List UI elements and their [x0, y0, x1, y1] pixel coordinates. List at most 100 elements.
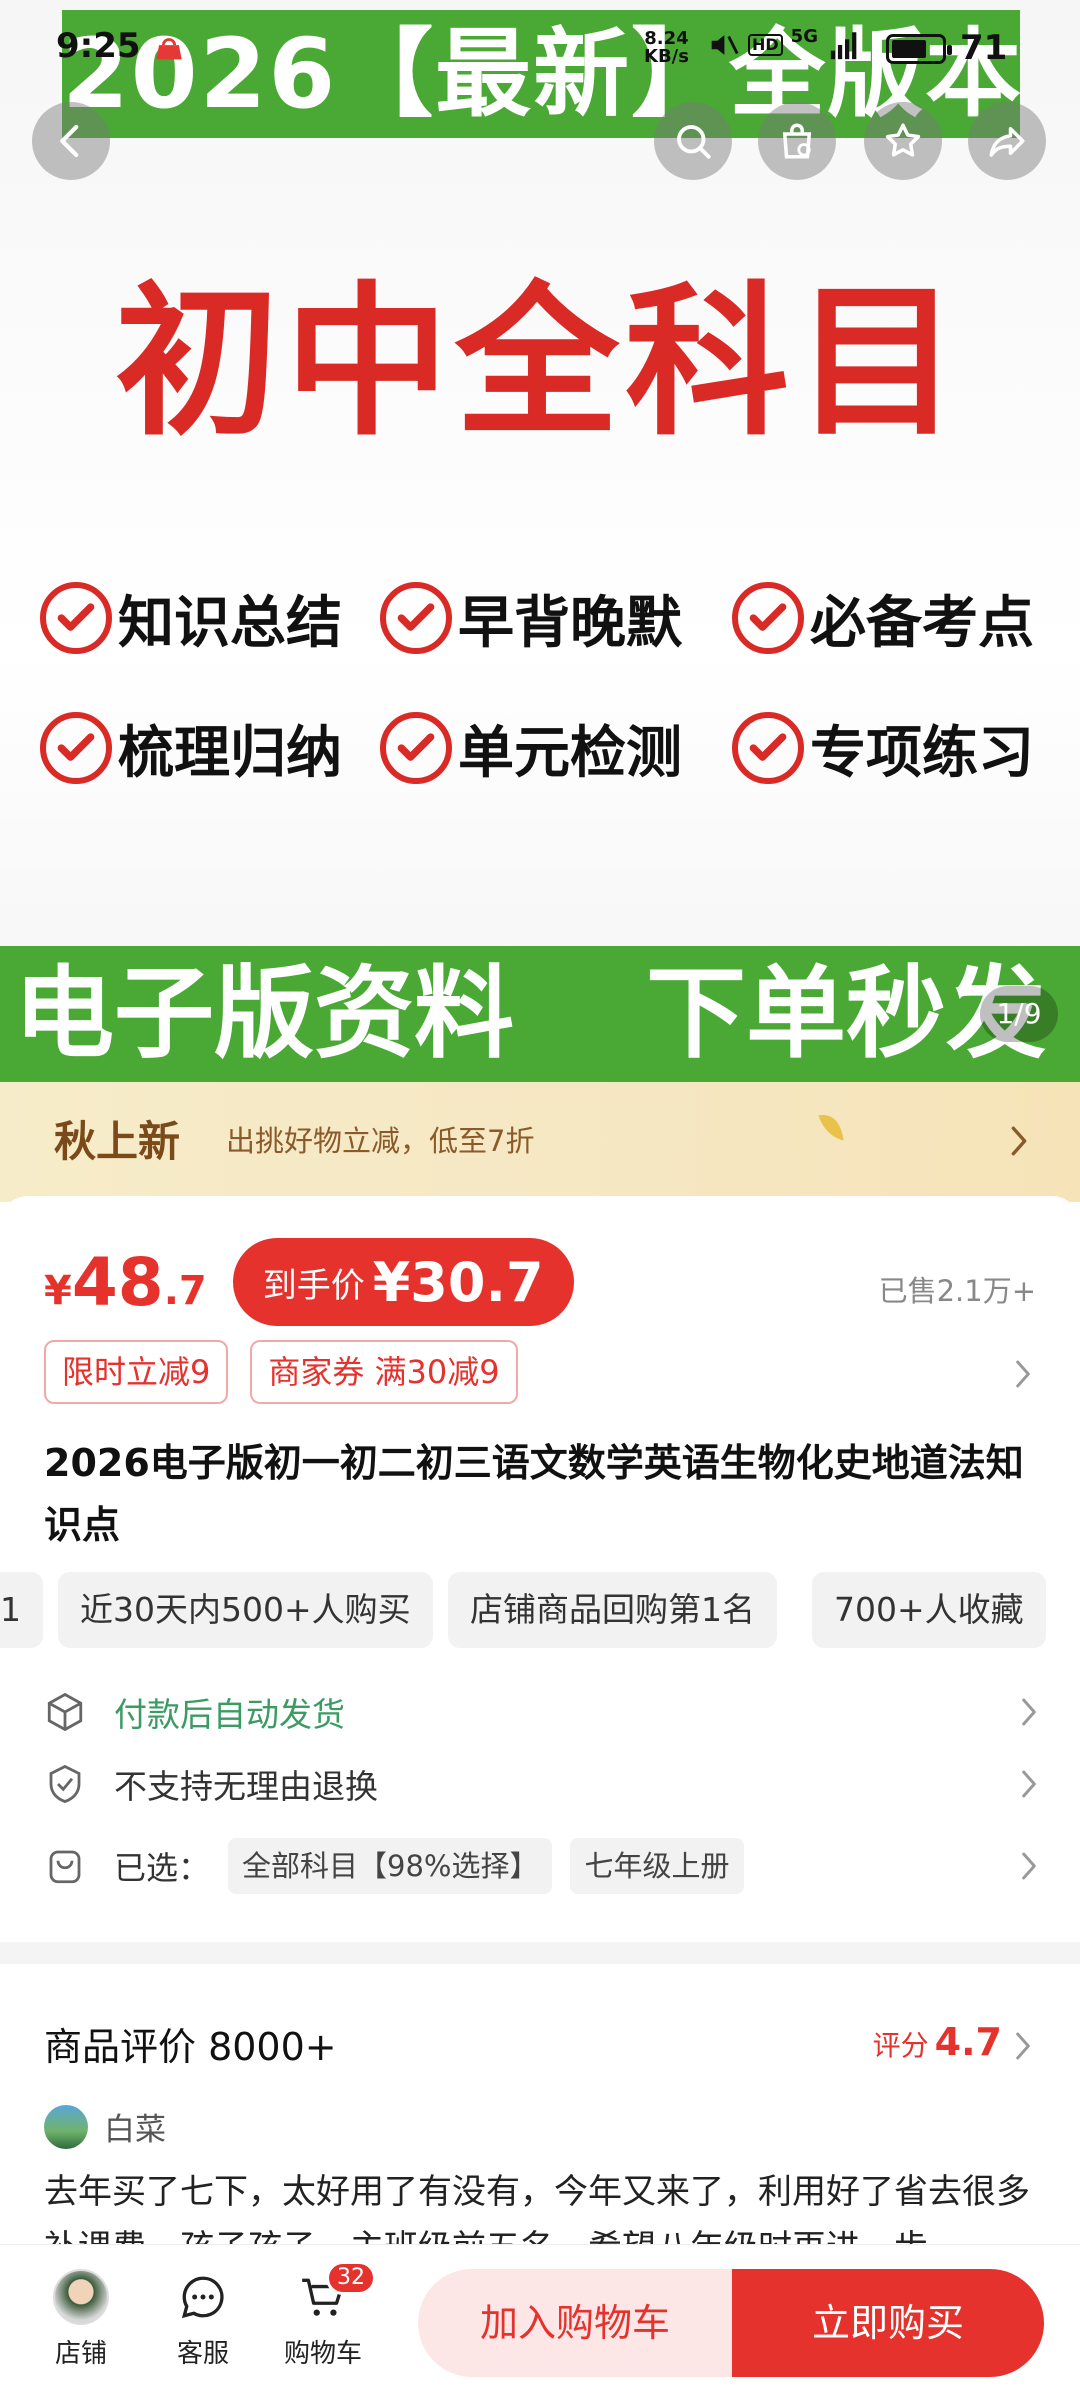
check-circle-icon	[732, 582, 804, 654]
share-icon	[989, 127, 1025, 157]
selected-chip: 全部科目【98%选择】	[228, 1838, 553, 1894]
service-label: 客服	[176, 2339, 229, 2369]
leaf-icon	[818, 1115, 844, 1141]
reviewer: 白菜	[44, 2104, 166, 2149]
price-currency: ¥	[44, 1268, 72, 1314]
check-circle-icon	[380, 582, 452, 654]
bag-icon	[49, 1850, 81, 1884]
chevron-right-icon	[1011, 1126, 1027, 1156]
shop-label: 店铺	[54, 2339, 107, 2369]
cart-count-badge: 32	[326, 2261, 376, 2295]
highlight-tag: 700+人收藏	[812, 1572, 1046, 1648]
status-time: 9:25	[56, 26, 141, 66]
highlight-tag: 1	[0, 1572, 43, 1648]
hero-feature-grid: 知识总结 早背晚默 必备考点 梳理归纳 单元检测 专项练习	[40, 580, 1050, 786]
coupon-row[interactable]: 限时立减9 商家券 满30减9	[44, 1340, 518, 1404]
hero-feature: 专项练习	[732, 710, 1050, 786]
hero-bottom-band: 电子版资料 下单秒发	[0, 946, 1080, 1082]
star-icon	[885, 123, 921, 157]
coupon-tag[interactable]: 商家券 满30减9	[250, 1340, 518, 1404]
add-to-cart-button[interactable]: 加入购物车	[418, 2269, 732, 2377]
hero-title: 初中全科目	[114, 267, 965, 458]
service-text: 不支持无理由退换	[114, 1767, 378, 1806]
chevron-right-icon	[1022, 1770, 1036, 1798]
check-circle-icon	[40, 582, 112, 654]
promo-subtitle: 出挑好物立减，低至7折	[226, 1124, 535, 1158]
favorite-button[interactable]	[864, 102, 942, 180]
section-divider	[0, 1942, 1080, 1964]
bag-button[interactable]	[758, 102, 836, 180]
bottom-action-bar: 店铺 客服 购物车 32 加入购物车 立即购买	[0, 2244, 1080, 2400]
hero-feature-label: 知识总结	[118, 590, 342, 656]
avatar	[44, 2104, 88, 2149]
check-circle-icon	[732, 712, 804, 784]
customer-service-button[interactable]: 客服	[148, 2269, 258, 2370]
check-circle-icon	[40, 712, 112, 784]
chat-icon	[175, 2269, 231, 2325]
coupon-tag[interactable]: 限时立减9	[44, 1340, 229, 1404]
chevron-right-icon	[1022, 1852, 1036, 1880]
cart-label: 购物车	[283, 2339, 362, 2369]
mute-icon	[711, 35, 739, 55]
share-button[interactable]	[968, 102, 1046, 180]
hero-bottom-left: 电子版资料	[14, 955, 514, 1072]
avatar	[53, 2269, 109, 2325]
box-icon	[47, 1692, 83, 1732]
search-icon	[677, 125, 711, 159]
review-text: 去年买了七下，太好用了有没有，今年又来了，利用好了省去很多补课费，孩子孩子，主班…	[44, 2172, 1030, 2244]
shop-avatar-icon	[53, 2269, 109, 2325]
final-price-value: ¥30.7	[372, 1250, 544, 1314]
final-price-label: 到手价	[262, 1265, 365, 1306]
cart-button[interactable]: 购物车 32	[268, 2261, 378, 2370]
chevron-left-icon	[60, 124, 79, 158]
reviews-score: 评分 4.7	[873, 2020, 1002, 2064]
network-speed-unit: KB/s	[644, 46, 689, 67]
battery-percent: 71	[960, 28, 1008, 68]
reviews-section[interactable]: 商品评价 8000+ 评分 4.7 白菜 去年买了七下，太好用了有没有，今年又来…	[0, 1964, 1080, 2244]
hero-feature: 必备考点	[732, 580, 1050, 656]
network-type: 5G	[790, 26, 818, 47]
hero-feature-label: 单元检测	[458, 720, 682, 786]
hero-feature: 单元检测	[380, 710, 732, 786]
selected-label: 已选：	[114, 1849, 211, 1887]
network-speed: 8.24 KB/s	[644, 30, 689, 66]
chevron-right-icon[interactable]	[1012, 1358, 1034, 1390]
highlight-tag: 店铺商品回购第1名	[448, 1572, 777, 1648]
chevron-right-icon	[1022, 1698, 1036, 1726]
battery-icon	[886, 34, 952, 64]
check-circle-icon	[380, 712, 452, 784]
back-button[interactable]	[32, 102, 110, 180]
hero-feature: 知识总结	[40, 580, 380, 656]
hero-feature-label: 专项练习	[810, 720, 1034, 786]
status-icons: HD 5G	[706, 28, 864, 62]
app-notification-icon	[152, 32, 186, 62]
sold-count: 已售2.1万+	[878, 1274, 1036, 1308]
shop-button[interactable]: 店铺	[26, 2269, 136, 2370]
signal-icon	[830, 32, 857, 60]
hero-feature-label: 必备考点	[810, 590, 1034, 656]
promo-banner[interactable]: 秋上新 出挑好物立减，低至7折	[0, 1082, 1080, 1202]
chevron-right-icon[interactable]	[1012, 2030, 1034, 2062]
search-button[interactable]	[654, 102, 732, 180]
battery-fill	[892, 40, 927, 58]
hero-feature: 梳理归纳	[40, 710, 380, 786]
service-row-delivery[interactable]: 付款后自动发货	[44, 1682, 1040, 1742]
price-integer: 48	[71, 1243, 164, 1321]
reviews-title: 商品评价 8000+	[44, 2025, 337, 2069]
buy-now-button[interactable]: 立即购买	[732, 2269, 1044, 2377]
price-decimal: .7	[163, 1268, 207, 1314]
score-value: 4.7	[934, 2020, 1002, 2064]
image-counter: 1/9	[980, 986, 1058, 1042]
shopping-bag-icon	[782, 123, 812, 159]
service-row-return[interactable]: 不支持无理由退换	[44, 1754, 1040, 1814]
promo-title: 秋上新	[54, 1117, 181, 1166]
selected-chip: 七年级上册	[570, 1838, 744, 1894]
status-bar: 9:25 8.24 KB/s HD 5G 71	[0, 0, 1080, 90]
highlight-tag: 近30天内500+人购买	[58, 1572, 433, 1648]
hero-feature: 早背晚默	[380, 580, 732, 656]
price-row: ¥ 48 .7 到手价 ¥30.7	[44, 1232, 574, 1332]
service-text: 付款后自动发货	[114, 1695, 345, 1734]
selected-spec-row[interactable]: 已选： 全部科目【98%选择】 七年级上册	[44, 1836, 1040, 1896]
product-info-card: ¥ 48 .7 到手价 ¥30.7 已售2.1万+ 限时立减9 商家券 满30减…	[0, 1196, 1080, 1942]
hero-feature-label: 早背晚默	[458, 590, 682, 656]
